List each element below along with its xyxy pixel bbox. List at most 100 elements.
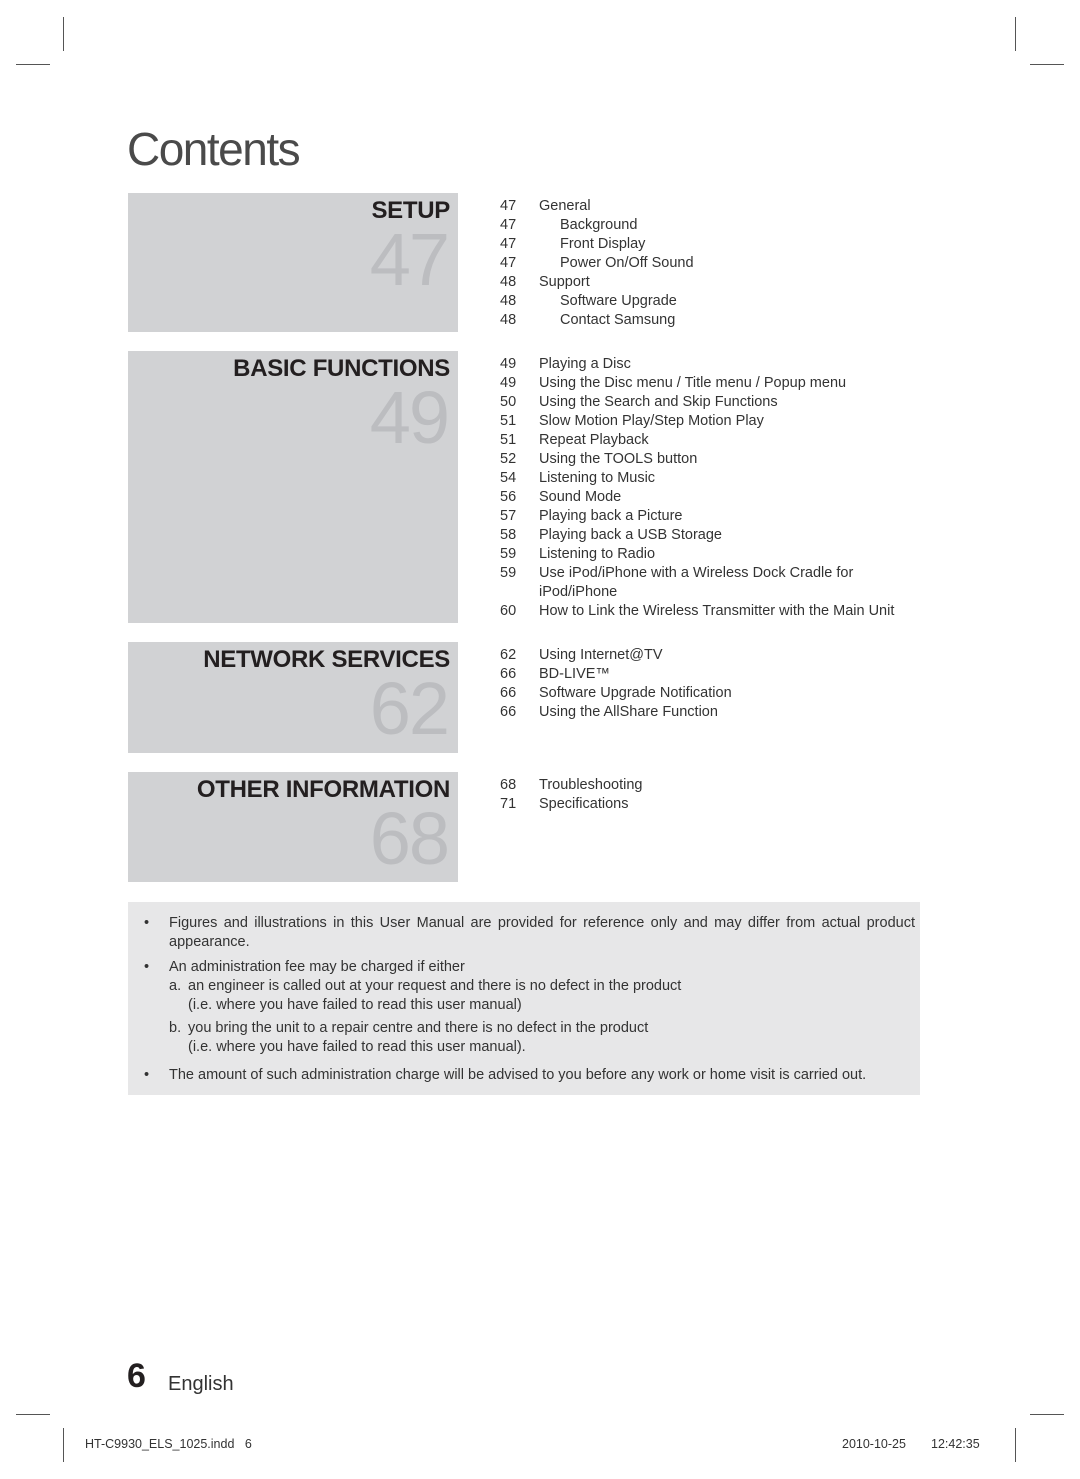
toc-text: Contact Samsung (560, 312, 676, 328)
toc-entry[interactable]: 49 Using the Disc menu / Title menu / Pop… (500, 374, 920, 393)
toc-text: Using the TOOLS button (539, 451, 698, 467)
toc-page: 66 (500, 666, 517, 682)
section-start-page: 49 (369, 376, 450, 459)
notice-box: • Figures and illustrations in this User… (128, 902, 920, 1095)
toc-page: 51 (500, 413, 517, 429)
toc-text: Using Internet@TV (539, 647, 663, 663)
toc-entry[interactable]: 47 Background (500, 216, 920, 235)
toc-list-network-services: 62 Using Internet@TV 66 BD-LIVE™ 66 Softwar… (500, 646, 920, 722)
sub-item-marker: b. (169, 1020, 182, 1036)
sub-item-text: an engineer is called out at your reques… (188, 978, 682, 994)
toc-entry[interactable]: 58 Playing back a USB Storage (500, 526, 920, 545)
slug-filename: HT-C9930_ELS_1025.indd 6 (85, 1437, 252, 1451)
toc-entry[interactable]: 48 Software Upgrade (500, 292, 920, 311)
toc-page: 59 (500, 565, 517, 581)
toc-entry[interactable]: 48 Support (500, 273, 920, 292)
slug-time: 12:42:35 (931, 1437, 980, 1451)
toc-text: Front Display (560, 236, 646, 252)
crop-mark (16, 64, 50, 65)
toc-entry[interactable]: 66 Software Upgrade Notification (500, 684, 920, 703)
toc-entry[interactable]: 60 How to Link the Wireless Transmitter w… (500, 602, 930, 621)
toc-page: 71 (500, 796, 517, 812)
toc-page: 68 (500, 777, 517, 793)
toc-page: 60 (500, 603, 517, 619)
toc-entry[interactable]: 47 Power On/Off Sound (500, 254, 920, 273)
toc-page: 48 (500, 293, 517, 309)
toc-entry[interactable]: 59 Use iPod/iPhone with a Wireless Dock C… (500, 564, 860, 602)
sub-item-detail: (i.e. where you have failed to read this… (188, 1039, 526, 1055)
section-panel-other-information: OTHER INFORMATION 68 (128, 772, 458, 882)
notice-item: • The amount of such administration char… (128, 1066, 920, 1085)
toc-text: Specifications (539, 796, 629, 812)
toc-text: Software Upgrade (560, 293, 677, 309)
toc-text: Using the AllShare Function (539, 704, 718, 720)
toc-entry[interactable]: 49 Playing a Disc (500, 355, 920, 374)
toc-entry[interactable]: 59 Listening to Radio (500, 545, 920, 564)
toc-page: 49 (500, 356, 517, 372)
toc-text: Troubleshooting (539, 777, 643, 793)
toc-text: Listening to Radio (539, 546, 656, 562)
toc-page: 47 (500, 198, 517, 214)
toc-page: 47 (500, 255, 517, 271)
toc-entry[interactable]: 68 Troubleshooting (500, 776, 920, 795)
crop-mark (1015, 1428, 1016, 1462)
toc-entry[interactable]: 51 Slow Motion Play/Step Motion Play (500, 412, 920, 431)
crop-mark (63, 17, 64, 51)
toc-page: 66 (500, 704, 517, 720)
toc-entry[interactable]: 54 Listening to Music (500, 469, 920, 488)
toc-page: 48 (500, 312, 517, 328)
toc-text: Use iPod/iPhone with a Wireless Dock Cra… (539, 565, 854, 600)
toc-entry[interactable]: 66 BD-LIVE™ (500, 665, 920, 684)
toc-page: 56 (500, 489, 517, 505)
page-language: English (168, 1373, 234, 1395)
toc-text: Using the Disc menu / Title menu / Popup… (539, 375, 847, 391)
toc-page: 58 (500, 527, 517, 543)
crop-mark (1030, 1414, 1064, 1415)
toc-entry[interactable]: 52 Using the TOOLS button (500, 450, 920, 469)
toc-page: 54 (500, 470, 517, 486)
toc-entry[interactable]: 62 Using Internet@TV (500, 646, 920, 665)
toc-entry[interactable]: 56 Sound Mode (500, 488, 920, 507)
toc-entry[interactable]: 71 Specifications (500, 795, 920, 814)
notice-item: • An administration fee may be charged i… (128, 958, 920, 977)
toc-entry[interactable]: 48 Contact Samsung (500, 311, 920, 330)
toc-text: General (539, 198, 591, 214)
toc-entry[interactable]: 51 Repeat Playback (500, 431, 920, 450)
toc-page: 48 (500, 274, 517, 290)
slug-date: 2010-10-25 (842, 1437, 906, 1451)
toc-page: 51 (500, 432, 517, 448)
toc-text: Using the Search and Skip Functions (539, 394, 778, 410)
notice-sub-item: b. you bring the unit to a repair centre… (128, 1019, 920, 1057)
toc-text: Listening to Music (539, 470, 656, 486)
toc-entry[interactable]: 47 Front Display (500, 235, 920, 254)
sub-item-detail: (i.e. where you have failed to read this… (188, 997, 522, 1013)
toc-page: 49 (500, 375, 517, 391)
toc-text: Power On/Off Sound (560, 255, 694, 271)
toc-entry[interactable]: 57 Playing back a Picture (500, 507, 920, 526)
toc-text: Repeat Playback (539, 432, 649, 448)
page-title: Contents (127, 123, 301, 175)
toc-page: 50 (500, 394, 517, 410)
toc-page: 52 (500, 451, 517, 467)
toc-list-setup: 47 General 47 Background 47 Front Display 4… (500, 197, 920, 330)
toc-text: Background (560, 217, 638, 233)
toc-page: 66 (500, 685, 517, 701)
toc-entry[interactable]: 47 General (500, 197, 920, 216)
section-start-page: 62 (369, 667, 450, 750)
notice-text: An administration fee may be charged if … (169, 959, 465, 975)
crop-mark (63, 1428, 64, 1462)
section-start-page: 68 (369, 797, 450, 880)
section-panel-setup: SETUP 47 (128, 193, 458, 332)
toc-page: 47 (500, 236, 517, 252)
toc-entry[interactable]: 66 Using the AllShare Function (500, 703, 920, 722)
toc-page: 47 (500, 217, 517, 233)
toc-page: 59 (500, 546, 517, 562)
toc-page: 62 (500, 647, 517, 663)
sub-item-text: you bring the unit to a repair centre an… (188, 1020, 649, 1036)
crop-mark (1015, 17, 1016, 51)
bullet-icon: • (144, 915, 150, 931)
notice-text: Figures and illustrations in this User M… (169, 915, 915, 950)
toc-text: Playing back a Picture (539, 508, 683, 524)
crop-mark (16, 1414, 50, 1415)
toc-entry[interactable]: 50 Using the Search and Skip Functions (500, 393, 920, 412)
